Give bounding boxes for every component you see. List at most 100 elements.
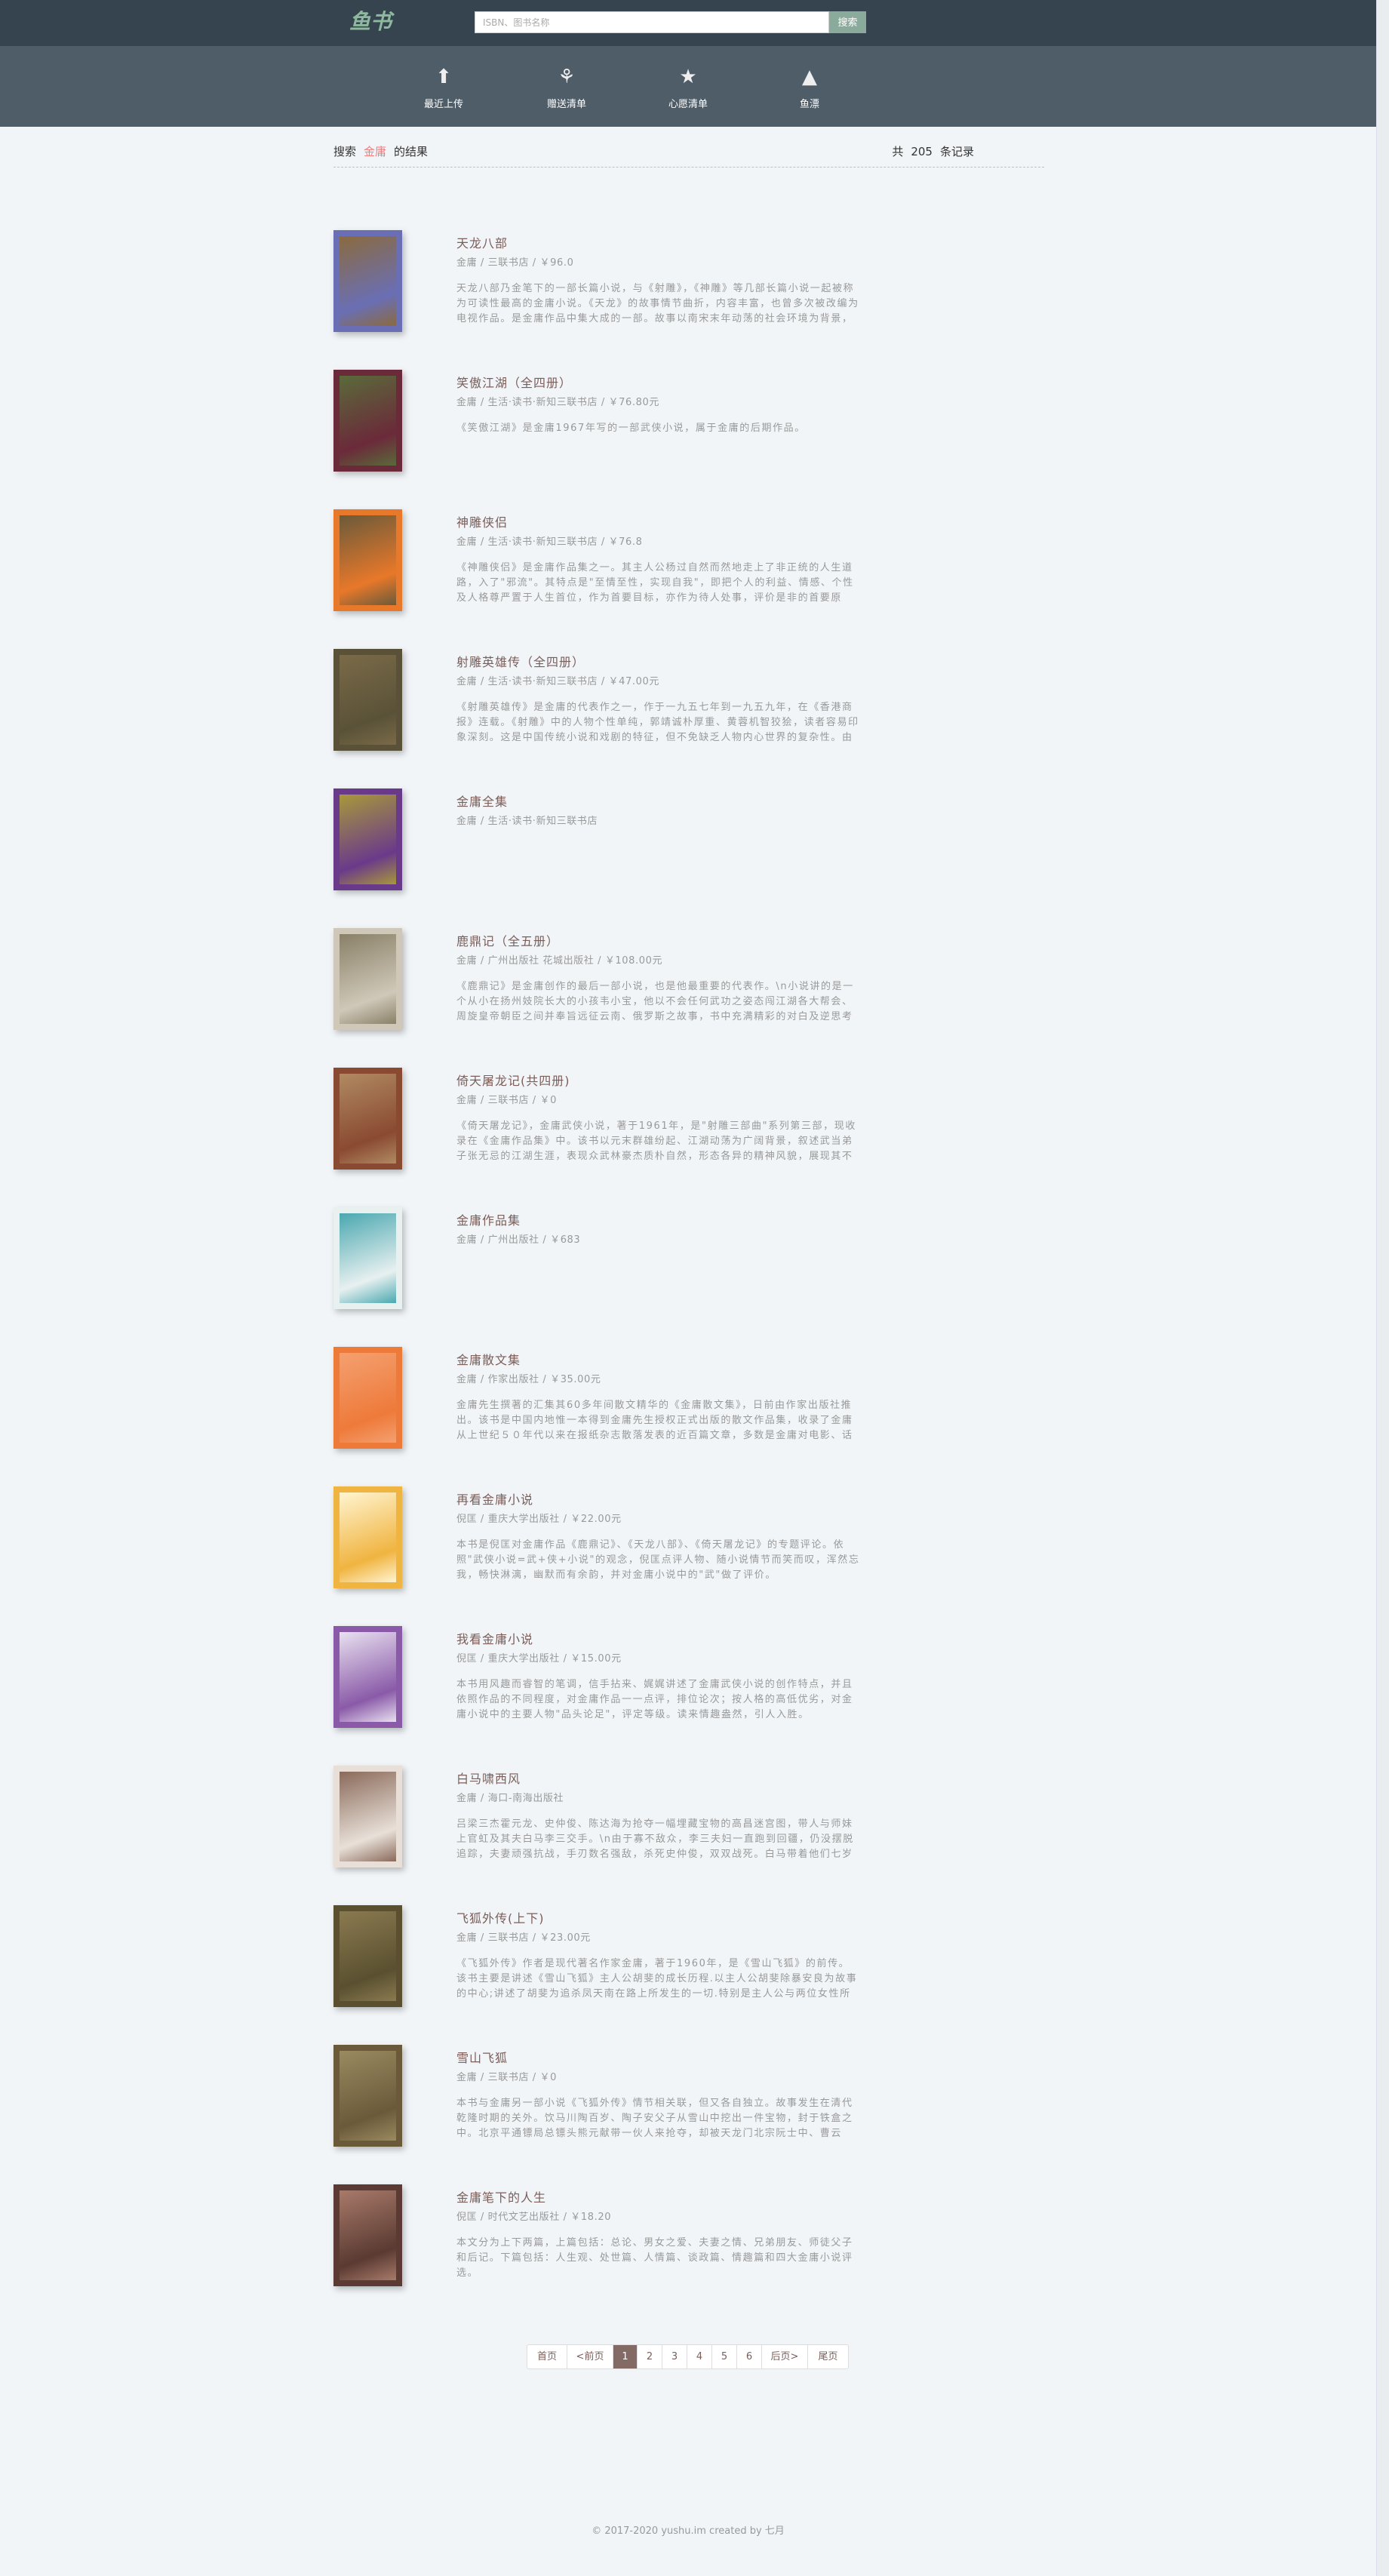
book-cover[interactable] [333,788,402,890]
book-meta: 金庸 / 海口-南海出版社 [456,1793,564,1804]
book-cover[interactable] [333,509,402,611]
book-item: 金庸全集 金庸 / 生活·读书·新知三联书店 [333,788,862,890]
cover-art [340,795,396,884]
result-count: 共 205 条记录 [884,143,974,159]
book-meta: 金庸 / 作家出版社 / ￥35.00元 [456,1374,601,1385]
nav-float[interactable]: ▲ 鱼漂 [768,64,851,110]
page-link[interactable]: 5 [712,2345,737,2369]
book-title[interactable]: 射雕英雄传（全四册） [456,652,585,670]
page-link[interactable]: 2 [638,2345,662,2369]
cover-art [340,2190,396,2280]
scrollbar[interactable] [1376,0,1389,2576]
book-cover[interactable] [333,1905,402,2007]
page-link[interactable]: 尾页 [808,2345,848,2369]
book-item: 天龙八部金庸 / 三联书店 / ￥96.0 天龙八部乃金笔下的一部长篇小说，与《射… [333,230,862,332]
book-cover[interactable] [333,1347,402,1449]
book-title[interactable]: 天龙八部 [456,233,508,251]
nav-label: 心愿清单 [668,99,708,110]
book-item: 倚天屠龙记(共四册) 金庸 / 三联书店 / ￥0 《倚天屠龙记》，金庸武侠小说，著… [333,1068,862,1170]
page-link[interactable]: 后页> [762,2345,808,2369]
nav-wish-list[interactable]: ★ 心愿清单 [647,64,730,110]
book-title[interactable]: 我看金庸小说 [456,1629,533,1647]
count-prefix: 共 [892,145,904,158]
book-item: 鹿鼎记（全五册） 金庸 / 广州出版社 花城出版社 / ￥108.00元《鹿鼎记》… [333,928,862,1030]
book-meta: 金庸 / 生活·读书·新知三联书店 / ￥76.80元 [456,397,659,408]
search-keyword: 金庸 [364,145,387,158]
book-meta: 倪匡 / 重庆大学出版社 / ￥15.00元 [456,1653,622,1665]
book-summary: 本书与金庸另一部小说《飞狐外传》情节相关联，但又各自独立。故事发生在清代乾隆时期… [456,2098,853,2139]
book-summary: 《鹿鼎记》是金庸创作的最后一部小说，也是他最重要的代表作。\n小说讲的是一个从小… [456,981,854,1022]
book-title[interactable]: 白马啸西风 [456,1769,521,1787]
book-item: 金庸散文集金庸 / 作家出版社 / ￥35.00元金庸先生撰著的汇集其60多年间… [333,1347,862,1449]
book-cover[interactable] [333,1626,402,1728]
book-item: 飞狐外传(上下) 金庸 / 三联书店 / ￥23.00元 《飞狐外传》作者是现代著名… [333,1905,862,2007]
page-link[interactable]: 6 [737,2345,762,2369]
logo[interactable]: 鱼书 [349,6,395,38]
book-meta: 金庸 / 生活·读书·新知三联书店 / ￥76.8 [456,536,643,548]
page-link[interactable]: <前页 [567,2345,613,2369]
nav-recent-uploads[interactable]: ⬆ 最近上传 [402,64,485,110]
book-title[interactable]: 金庸笔下的人生 [456,2187,546,2206]
book-meta: 金庸 / 三联书店 / ￥96.0 [456,257,574,269]
book-item: 白马啸西风 金庸 / 海口-南海出版社 吕梁三杰霍元龙、史仲俊、陈达海为抢夺一幅埋藏… [333,1766,862,1867]
book-title[interactable]: 倚天屠龙记(共四册) [456,1071,570,1089]
book-meta: 倪匡 / 重庆大学出版社 / ￥22.00元 [456,1514,622,1525]
book-title[interactable]: 金庸散文集 [456,1350,521,1368]
book-cover[interactable] [333,1486,402,1588]
page-link[interactable]: 首页 [527,2345,567,2369]
book-title[interactable]: 笑傲江湖（全四册） [456,373,572,391]
book-summary: 《笑傲江湖》是金庸1967年写的一部武侠小说，属于金庸的后期作品。 [456,423,806,434]
book-summary: 本书用风趣而睿智的笔调，信手拈来、娓娓讲述了金庸武侠小说的创作特点，并且依照作品… [456,1679,853,1720]
book-title[interactable]: 雪山飞狐 [456,2048,508,2066]
search-prefix: 搜索 [333,145,357,158]
book-summary: 《射雕英雄传》是金庸的代表作之一，作于一九五七年到一九五九年，在《香港商报》连载… [456,702,859,743]
book-title[interactable]: 金庸全集 [456,792,508,810]
search-query-label: 搜索 金庸 的结果 [333,143,428,159]
book-cover[interactable] [333,928,402,1030]
book-meta: 金庸 / 广州出版社 花城出版社 / ￥108.00元 [456,955,663,967]
cover-art [340,376,396,466]
book-cover[interactable] [333,1766,402,1867]
pagination: 首页 <前页 1 2 3 4 5 6 后页> 尾页 [527,2344,849,2369]
cover-art [340,1772,396,1861]
book-title[interactable]: 鹿鼎记（全五册） [456,931,559,949]
book-item: 射雕英雄传（全四册） 金庸 / 生活·读书·新知三联书店 / ￥47.00元《射雕… [333,649,862,751]
arrow-up-icon: ⬆ [435,66,452,88]
book-title[interactable]: 神雕侠侣 [456,512,508,530]
cover-art [340,515,396,605]
book-summary: 金庸先生撰著的汇集其60多年间散文精华的《金庸散文集》，日前由作家出版社推出。该… [456,1400,853,1441]
book-cover[interactable] [333,649,402,751]
page-link[interactable]: 3 [662,2345,687,2369]
book-title[interactable]: 飞狐外传(上下) [456,1908,545,1926]
book-cover[interactable] [333,2045,402,2147]
book-cover[interactable] [333,370,402,472]
book-cover[interactable] [333,230,402,332]
search-input[interactable] [475,11,829,33]
book-item: 雪山飞狐 金庸 / 三联书店 / ￥0 本书与金庸另一部小说《飞狐外传》情节相关联，… [333,2045,862,2147]
nav-gift-list[interactable]: ⚘ 赠送清单 [525,64,608,110]
book-cover[interactable] [333,1207,402,1309]
book-cover[interactable] [333,2184,402,2286]
count-value: 205 [911,145,933,158]
search-suffix: 的结果 [394,145,429,158]
book-title[interactable]: 金庸作品集 [456,1210,521,1228]
main-nav: ⬆ 最近上传 ⚘ 赠送清单 ★ 心愿清单 ▲ 鱼漂 [0,46,1376,127]
book-title[interactable]: 再看金庸小说 [456,1489,533,1508]
cover-art [340,1074,396,1164]
cover-art [340,236,396,326]
book-summary: 本文分为上下两篇，上篇包括：总论、男女之爱、夫妻之情、兄弟朋友、师徒父子和后记。… [456,2237,853,2279]
nav-label: 鱼漂 [799,99,819,110]
book-item: 神雕侠侣 金庸 / 生活·读书·新知三联书店 / ￥76.8 《神雕侠侣》是金庸作品… [333,509,862,611]
page-link[interactable]: 4 [687,2345,712,2369]
cover-art [340,2051,396,2141]
cover-art [340,1911,396,2001]
book-item: 金庸笔下的人生 倪匡 / 时代文艺出版社 / ￥18.20 本文分为上下两篇，上篇包… [333,2184,862,2286]
book-meta: 金庸 / 三联书店 / ￥23.00元 [456,1932,591,1944]
top-header: 鱼书 搜索 [0,0,1376,46]
cover-art [340,1353,396,1443]
book-meta: 金庸 / 生活·读书·新知三联书店 / ￥47.00元 [456,676,659,687]
book-cover[interactable] [333,1068,402,1170]
page-link[interactable]: 1 [613,2345,638,2369]
search-button[interactable]: 搜索 [829,11,866,33]
book-summary: 天龙八部乃金笔下的一部长篇小说，与《射雕》，《神雕》等几部长篇小说一起被称为可读… [456,283,859,324]
